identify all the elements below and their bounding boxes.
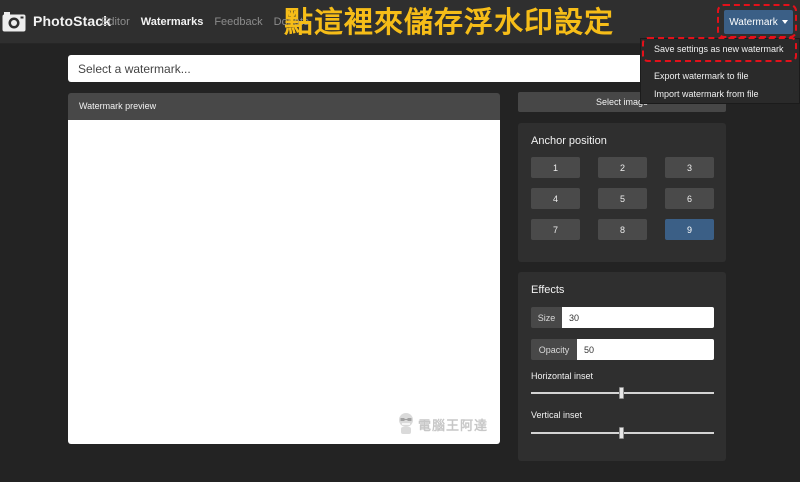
anchor-button-6[interactable]: 6 xyxy=(665,188,714,209)
anchor-button-9[interactable]: 9 xyxy=(665,219,714,240)
brand[interactable]: PhotoStack xyxy=(2,9,111,33)
menu-item-save-settings[interactable]: Save settings as new watermark xyxy=(654,44,784,54)
size-field: Size 30 xyxy=(531,307,714,328)
brand-name: PhotoStack xyxy=(33,13,112,29)
annotation-text: 點這裡來儲存浮水印設定 xyxy=(284,5,615,39)
preview-header: Watermark preview xyxy=(68,93,500,120)
anchor-button-3[interactable]: 3 xyxy=(665,157,714,178)
size-label: Size xyxy=(531,307,562,328)
anchor-button-4[interactable]: 4 xyxy=(531,188,580,209)
site-watermark-text: 電腦王阿達 xyxy=(417,419,488,434)
menu-item-import[interactable]: Import watermark from file xyxy=(654,89,759,99)
opacity-input[interactable]: 50 xyxy=(577,339,714,360)
preview-canvas: 電腦王阿達 xyxy=(68,120,500,444)
site-watermark-logo: 電腦王阿達 xyxy=(397,412,488,434)
nav-link-editor[interactable]: Editor xyxy=(101,15,130,29)
menu-item-export[interactable]: Export watermark to file xyxy=(654,71,749,81)
nav-link-feedback[interactable]: Feedback xyxy=(214,15,262,29)
anchor-button-1[interactable]: 1 xyxy=(531,157,580,178)
anchor-panel-title: Anchor position xyxy=(531,135,607,147)
vertical-inset-handle[interactable] xyxy=(619,427,624,439)
watermark-dropdown-menu: Save settings as new watermark Export wa… xyxy=(640,38,800,104)
opacity-field: Opacity 50 xyxy=(531,339,714,360)
horizontal-inset-handle[interactable] xyxy=(619,387,624,399)
anchor-button-5[interactable]: 5 xyxy=(598,188,647,209)
anchor-panel: Anchor position 1 2 3 4 5 6 7 8 9 xyxy=(518,123,726,262)
mascot-icon xyxy=(398,413,413,434)
watermark-menu-label: Watermark xyxy=(729,16,778,28)
size-input[interactable]: 30 xyxy=(562,307,714,328)
watermark-select-input[interactable]: Select a watermark... xyxy=(68,55,649,82)
caret-down-icon xyxy=(781,20,788,24)
vertical-inset-label: Vertical inset xyxy=(531,410,583,420)
anchor-button-8[interactable]: 8 xyxy=(598,219,647,240)
watermark-menu-button[interactable]: Watermark xyxy=(724,10,793,34)
anchor-button-7[interactable]: 7 xyxy=(531,219,580,240)
opacity-label: Opacity xyxy=(531,339,577,360)
anchor-button-2[interactable]: 2 xyxy=(598,157,647,178)
horizontal-inset-label: Horizontal inset xyxy=(531,371,594,381)
nav-link-watermarks[interactable]: Watermarks xyxy=(141,15,204,29)
watermark-select-placeholder: Select a watermark... xyxy=(78,61,191,76)
effects-panel-title: Effects xyxy=(531,284,565,296)
camera-icon xyxy=(2,11,26,32)
